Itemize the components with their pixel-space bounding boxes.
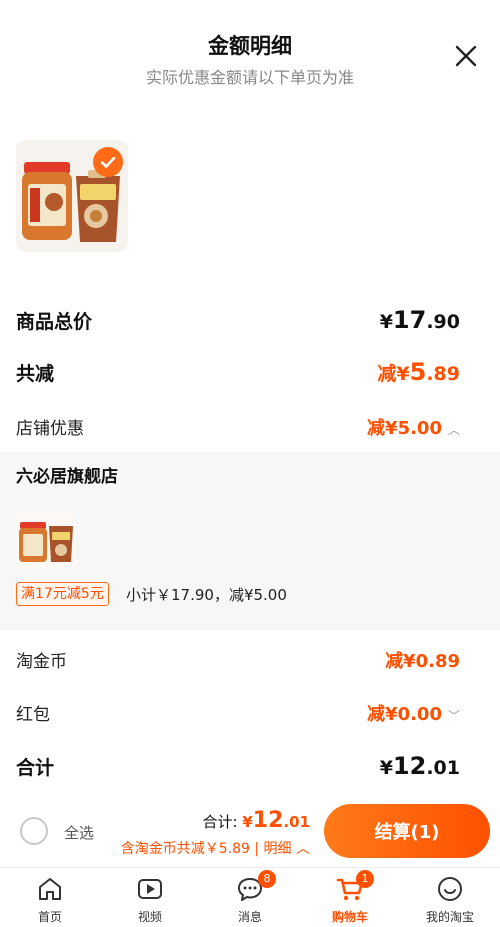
checkout-total-prefix: 合计:: [202, 813, 238, 831]
total-reduce-label: 共减: [16, 363, 55, 385]
shop-name[interactable]: 六必居旗舰店: [16, 462, 118, 487]
goods-total-value: ¥17.90: [379, 306, 460, 334]
goods-total-label: 商品总价: [16, 311, 93, 333]
chevron-up-icon[interactable]: ︿: [448, 423, 460, 437]
sheet-title: 金额明细: [208, 34, 292, 58]
video-icon: [138, 879, 162, 899]
total-reduce-row: 共减 减¥5.89: [16, 358, 460, 386]
tab-cart[interactable]: 1 购物车: [300, 868, 400, 927]
selected-check-icon[interactable]: [93, 147, 123, 177]
tab-video[interactable]: 视频: [100, 868, 200, 927]
close-icon[interactable]: [452, 42, 480, 70]
redpacket-label: 红包: [16, 705, 50, 725]
select-all-radio[interactable]: [20, 817, 48, 845]
shop-subtotal: 小计￥17.90，减¥5.00: [126, 586, 287, 604]
goods-total-row: 商品总价 ¥17.90: [16, 306, 460, 334]
amount-detail-sheet: 金额明细 实际优惠金额请以下单页为准 商品总价 ¥17.90 共减 减¥5.89…: [0, 0, 500, 800]
coin-label: 淘金币: [16, 652, 67, 672]
coin-value: 减¥0.89: [385, 651, 460, 672]
coin-detail-link[interactable]: 含淘金币共减￥5.89 | 明细 ︿: [121, 838, 310, 858]
tab-home[interactable]: 首页: [0, 868, 100, 927]
checkout-button[interactable]: 结算(1): [324, 804, 490, 858]
tab-message[interactable]: 8 消息: [200, 868, 300, 927]
shop-discount-value: 减¥5.00 ︿: [367, 418, 460, 439]
cart-badge: 1: [356, 870, 374, 888]
home-icon: [39, 878, 61, 900]
tab-profile[interactable]: 我的淘宝: [400, 868, 500, 927]
sheet-subtitle: 实际优惠金额请以下单页为准: [145, 68, 354, 87]
chevron-up-icon: ︿: [291, 841, 310, 857]
profile-icon: [438, 877, 462, 901]
redpacket-value: 减¥0.00 ﹀: [367, 704, 460, 725]
grand-total-row: 合计 ¥12.01: [16, 752, 460, 780]
promo-tag: 满17元减5元: [16, 582, 109, 606]
total-reduce-value: 减¥5.89: [377, 358, 460, 386]
checkout-total-amount: ¥12.01: [242, 808, 310, 833]
grand-total-label: 合计: [16, 757, 55, 779]
shop-discount-row[interactable]: 店铺优惠 减¥5.00 ︿: [16, 414, 460, 440]
redpacket-row[interactable]: 红包 减¥0.00 ﹀: [16, 700, 460, 726]
shop-product-thumbnail[interactable]: [16, 510, 76, 568]
select-all-label[interactable]: 全选: [64, 822, 94, 843]
shop-discount-label: 店铺优惠: [16, 419, 84, 439]
coin-row: 淘金币 减¥0.89: [16, 647, 460, 673]
message-badge: 8: [258, 870, 276, 888]
bottom-tab-bar: 首页 视频 8 消息 1 购物车 我的淘宝: [0, 867, 500, 927]
chevron-down-icon[interactable]: ﹀: [448, 709, 460, 723]
grand-total-value: ¥12.01: [379, 752, 460, 780]
checkout-total: 合计: ¥12.01: [203, 808, 310, 833]
